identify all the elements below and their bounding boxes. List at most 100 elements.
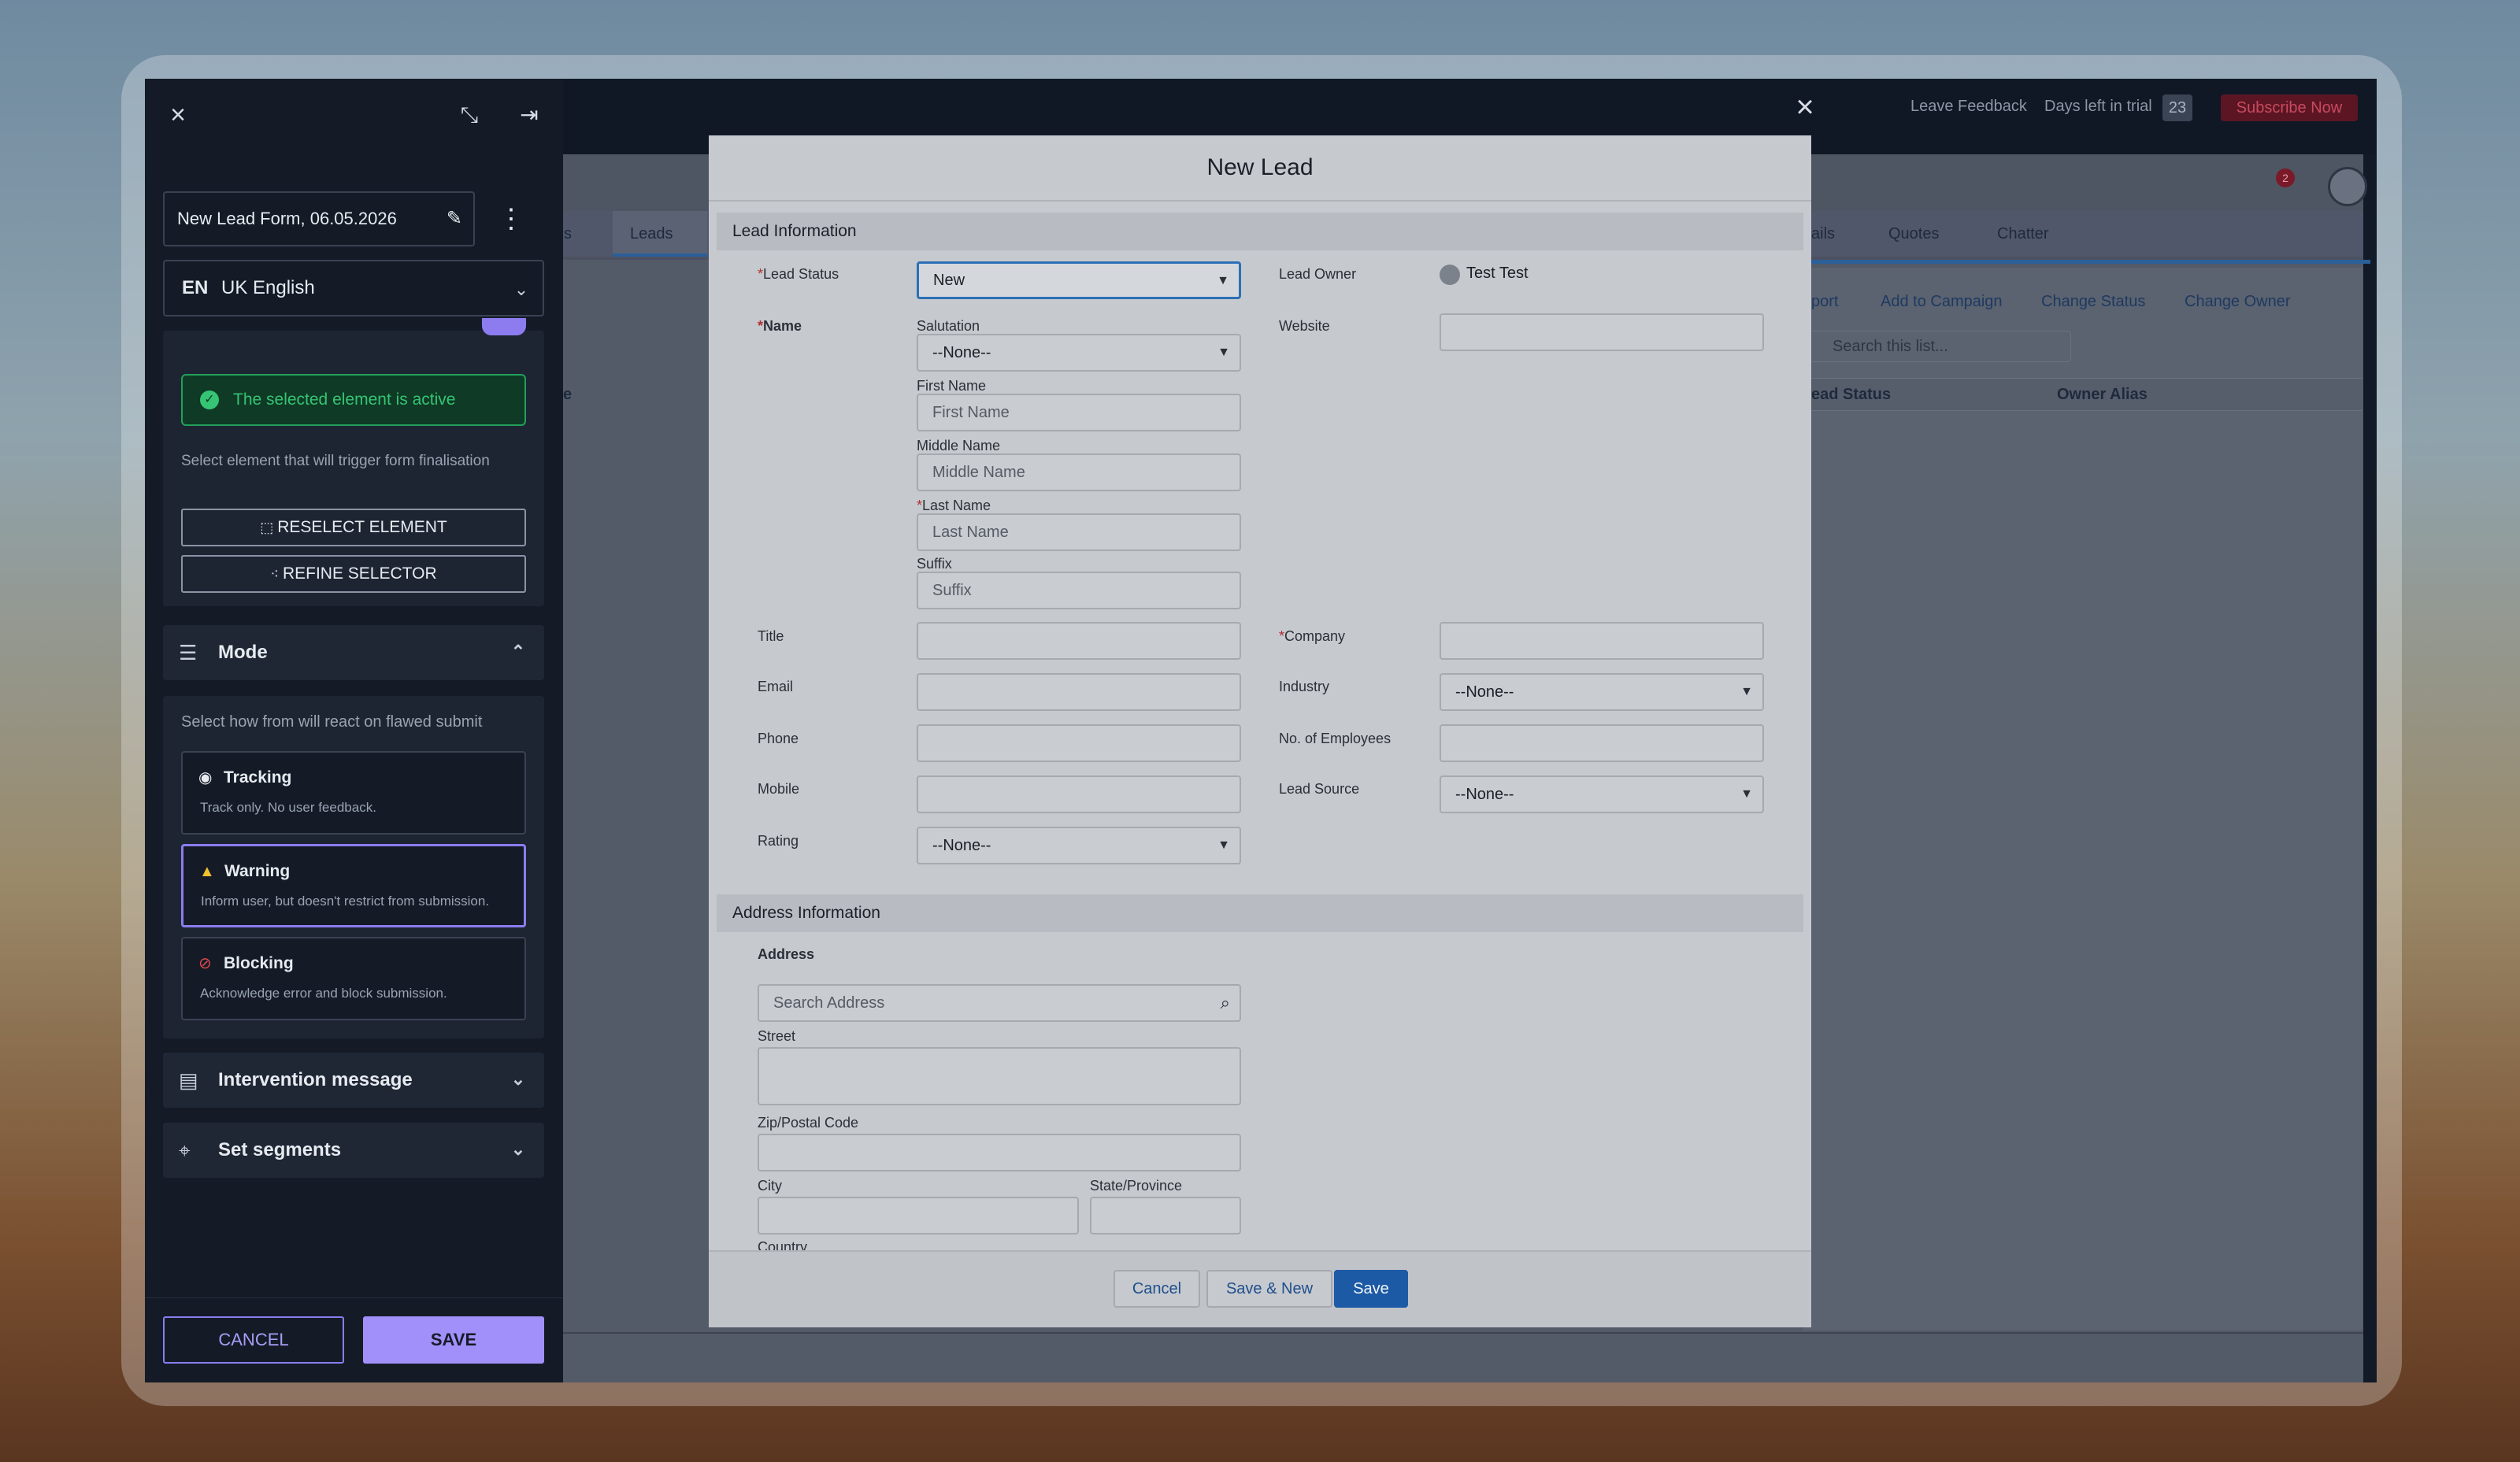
title-input[interactable] bbox=[917, 622, 1241, 660]
rating-label: Rating bbox=[758, 833, 799, 849]
segments-title: Set segments bbox=[218, 1139, 342, 1160]
action-change-status[interactable]: Change Status bbox=[2041, 293, 2145, 311]
action-change-owner[interactable]: Change Owner bbox=[2185, 293, 2291, 311]
language-name: UK English bbox=[221, 277, 315, 298]
modal-save-button[interactable]: Save bbox=[1334, 1270, 1408, 1308]
close-icon[interactable]: × bbox=[161, 98, 195, 132]
mode-option-warning[interactable]: ▲ Warning Inform user, but doesn't restr… bbox=[181, 844, 526, 927]
reselect-element-button[interactable]: ⬚ RESELECT ELEMENT bbox=[181, 509, 526, 546]
background-footer bbox=[563, 1332, 2363, 1382]
lead-source-label: Lead Source bbox=[1279, 781, 1360, 797]
chevron-down-icon: ⌄ bbox=[510, 1069, 526, 1089]
dock-right-icon[interactable]: ⇥ bbox=[512, 98, 547, 132]
list-search-input[interactable]: Search this list... bbox=[1803, 331, 2071, 362]
rating-select[interactable]: --None-- ▼ bbox=[917, 827, 1241, 864]
chevron-down-icon: ⌄ bbox=[510, 1139, 526, 1159]
salutation-select[interactable]: --None-- ▼ bbox=[917, 334, 1241, 372]
lead-status-label: *Lead Status bbox=[758, 266, 839, 282]
mode-option-tracking[interactable]: ◉ Tracking Track only. No user feedback. bbox=[181, 751, 526, 835]
mode-section-header[interactable]: ☰ Mode ⌃ bbox=[163, 625, 544, 680]
middle-name-input[interactable]: Middle Name bbox=[917, 453, 1241, 491]
mode-option-title: Warning bbox=[224, 862, 291, 880]
modal-cancel-button[interactable]: Cancel bbox=[1114, 1270, 1200, 1308]
action-import-partial[interactable]: port bbox=[1811, 293, 1838, 311]
salutation-label: Salutation bbox=[917, 318, 980, 334]
language-select[interactable]: EN UK English ⌄ bbox=[163, 260, 544, 316]
mobile-input[interactable] bbox=[917, 775, 1241, 813]
leave-feedback-link[interactable]: Leave Feedback bbox=[1910, 98, 2027, 116]
save-button[interactable]: SAVE bbox=[363, 1316, 544, 1364]
refine-selector-button[interactable]: ⁖ REFINE SELECTOR bbox=[181, 555, 526, 593]
state-input[interactable] bbox=[1090, 1197, 1241, 1234]
mode-option-desc: Track only. No user feedback. bbox=[200, 800, 376, 815]
tab-leads[interactable]: Leads bbox=[630, 225, 673, 243]
city-input[interactable] bbox=[758, 1197, 1079, 1234]
column-owner-alias[interactable]: Owner Alias bbox=[2057, 386, 2148, 404]
phone-input[interactable] bbox=[917, 724, 1241, 762]
column-lead-status[interactable]: ead Status bbox=[1811, 386, 1891, 404]
active-element-text: The selected element is active bbox=[233, 390, 456, 409]
lead-status-select[interactable]: New ▼ bbox=[917, 261, 1241, 299]
mobile-label: Mobile bbox=[758, 781, 800, 797]
toggle-switch-partial[interactable] bbox=[482, 318, 526, 335]
address-information-section[interactable]: Address Information bbox=[717, 894, 1803, 932]
action-add-to-campaign[interactable]: Add to Campaign bbox=[1881, 293, 2003, 311]
set-segments-header[interactable]: ⌖ Set segments ⌄ bbox=[163, 1123, 544, 1178]
street-textarea[interactable] bbox=[758, 1047, 1241, 1105]
modal-save-new-button[interactable]: Save & New bbox=[1206, 1270, 1332, 1308]
selector-icon: ⁖ bbox=[270, 566, 283, 582]
employees-input[interactable] bbox=[1440, 724, 1764, 762]
column-partial: e bbox=[563, 386, 573, 403]
lead-source-select[interactable]: --None-- ▼ bbox=[1440, 775, 1764, 813]
zip-input[interactable] bbox=[758, 1134, 1241, 1171]
industry-label: Industry bbox=[1279, 679, 1330, 694]
middle-name-label: Middle Name bbox=[917, 438, 1001, 453]
refine-label: REFINE SELECTOR bbox=[282, 564, 437, 583]
tab-quotes[interactable]: Quotes bbox=[1888, 225, 1939, 243]
avatar[interactable] bbox=[2328, 167, 2367, 206]
city-label: City bbox=[758, 1178, 782, 1194]
suffix-label: Suffix bbox=[917, 556, 952, 572]
mode-option-title: Blocking bbox=[224, 954, 294, 972]
form-name-text: New Lead Form, 06.05.2026 bbox=[177, 209, 397, 228]
title-label: Title bbox=[758, 628, 784, 644]
email-input[interactable] bbox=[917, 673, 1241, 711]
mode-option-blocking[interactable]: ⊘ Blocking Acknowledge error and block s… bbox=[181, 937, 526, 1020]
cursor-select-icon: ⬚ bbox=[260, 520, 278, 535]
cancel-button[interactable]: CANCEL bbox=[163, 1316, 344, 1364]
list-check-icon: ☰ bbox=[179, 641, 198, 664]
website-input[interactable] bbox=[1440, 313, 1764, 351]
tab-emails-partial[interactable]: ails bbox=[1811, 225, 1835, 243]
industry-select[interactable]: --None-- ▼ bbox=[1440, 673, 1764, 711]
first-name-input[interactable]: First Name bbox=[917, 394, 1241, 431]
check-circle-icon: ✓ bbox=[200, 390, 219, 409]
company-input[interactable] bbox=[1440, 622, 1764, 660]
more-options-icon[interactable]: ⋮ bbox=[498, 203, 524, 235]
lead-owner-value[interactable]: Test Test bbox=[1466, 265, 1529, 283]
mode-option-desc: Inform user, but doesn't restrict from s… bbox=[201, 894, 490, 909]
caret-down-icon: ▼ bbox=[1740, 685, 1753, 698]
tab-partial[interactable]: s bbox=[564, 225, 572, 243]
tab-chatter[interactable]: Chatter bbox=[1997, 225, 2049, 243]
search-address-placeholder: Search Address bbox=[773, 994, 885, 1012]
last-name-label: *Last Name bbox=[917, 498, 991, 513]
close-icon[interactable]: × bbox=[1789, 91, 1821, 123]
rating-value: --None-- bbox=[932, 837, 991, 854]
suffix-input[interactable]: Suffix bbox=[917, 572, 1241, 609]
email-label: Email bbox=[758, 679, 794, 694]
trial-days-label: Days left in trial bbox=[2044, 98, 2152, 115]
intervention-message-header[interactable]: ▤ Intervention message ⌄ bbox=[163, 1053, 544, 1108]
caret-down-icon: ▼ bbox=[1217, 274, 1229, 287]
lead-information-section[interactable]: Lead Information bbox=[717, 213, 1803, 250]
lead-owner-label: Lead Owner bbox=[1279, 266, 1357, 282]
edit-pencil-icon[interactable]: ✎ bbox=[447, 193, 462, 245]
chevron-up-icon: ⌃ bbox=[510, 642, 526, 661]
last-name-input[interactable]: Last Name bbox=[917, 513, 1241, 551]
mode-option-title: Tracking bbox=[224, 768, 292, 787]
subscribe-button[interactable]: Subscribe Now bbox=[2221, 94, 2358, 121]
form-name-field[interactable]: New Lead Form, 06.05.2026 ✎ bbox=[163, 191, 475, 246]
salutation-value: --None-- bbox=[932, 344, 991, 361]
address-label: Address bbox=[758, 946, 815, 962]
collapse-icon[interactable]: ⤡ bbox=[452, 98, 487, 132]
search-address-input[interactable]: Search Address ⌕ bbox=[758, 984, 1241, 1022]
